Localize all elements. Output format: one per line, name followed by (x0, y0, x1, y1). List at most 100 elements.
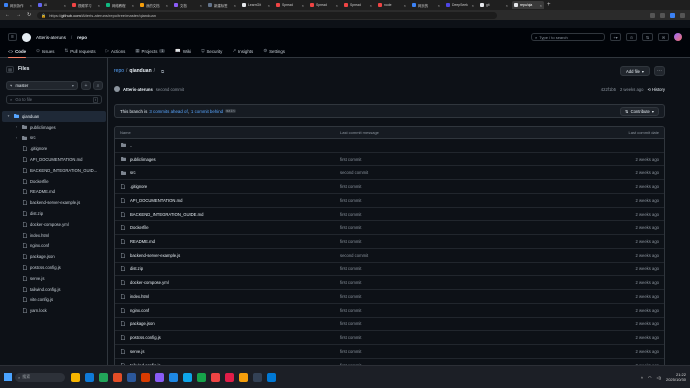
taskbar-app-icon[interactable] (141, 372, 150, 382)
back-icon[interactable]: ← (5, 12, 10, 18)
taskbar-app-icon[interactable] (225, 372, 234, 382)
github-logo-icon[interactable] (22, 32, 31, 42)
table-row[interactable]: postcss.config.js first commit 2 weeks ago (115, 331, 664, 346)
commit-message-link[interactable]: first commit (340, 266, 635, 271)
close-icon[interactable]: × (234, 3, 236, 8)
close-icon[interactable]: × (336, 3, 338, 8)
close-icon[interactable]: × (540, 3, 542, 8)
table-row[interactable]: backend-server-example.js second commit 2 … (115, 249, 664, 263)
repo-link[interactable]: repo (77, 35, 87, 40)
tree-file[interactable]: postcss.config.js (2, 262, 106, 273)
browser-tab[interactable]: DeepSeek × (444, 1, 476, 9)
tree-folder[interactable]: ▾ qianduan (2, 111, 106, 122)
commit-message-link[interactable]: second commit (340, 170, 635, 175)
tab-insights[interactable]: ↗ Insights (232, 45, 253, 57)
browser-tab[interactable]: node × (376, 1, 408, 9)
commits-behind-link[interactable]: 1 commit behind (191, 109, 223, 114)
table-row[interactable]: README.md first commit 2 weeks ago (115, 235, 664, 249)
file-name-link[interactable]: package.json (130, 321, 155, 326)
chevron-up-icon[interactable]: ˄ (641, 375, 643, 380)
wifi-icon[interactable]: ◠ (648, 375, 652, 380)
file-name-link[interactable]: .gitignore (130, 184, 147, 189)
tree-file[interactable]: backend-server-example.js (2, 197, 106, 208)
close-icon[interactable]: × (438, 3, 440, 8)
table-row[interactable]: API_DOCUMENTATION.md first commit 2 weeks … (115, 194, 664, 208)
taskbar-app-icon[interactable] (85, 372, 94, 382)
browser-tab[interactable]: Spread × (308, 1, 340, 9)
tab-actions[interactable]: ▷ Actions (106, 45, 126, 57)
table-row[interactable]: nginx.conf first commit 2 weeks ago (115, 304, 664, 318)
file-name-link[interactable]: BACKEND_INTEGRATION_GUIDE.md (130, 212, 203, 217)
windows-start-icon[interactable] (4, 373, 12, 381)
favorites-icon[interactable] (660, 12, 665, 18)
forward-icon[interactable]: → (16, 12, 21, 18)
table-row[interactable]: src second commit 2 weeks ago (115, 166, 664, 181)
file-name-link[interactable]: API_DOCUMENTATION.md (130, 198, 182, 203)
close-icon[interactable]: × (268, 3, 270, 8)
parent-directory-row[interactable]: .. (115, 139, 664, 153)
table-row[interactable]: Dockerfile first commit 2 weeks ago (115, 221, 664, 236)
commit-hash[interactable]: 422f1b5 (601, 87, 616, 92)
taskbar-app-icon[interactable] (71, 372, 80, 382)
tree-file[interactable]: tailwind.config.js (2, 284, 106, 295)
close-icon[interactable]: × (200, 3, 202, 8)
table-row[interactable]: index.html first commit 2 weeks ago (115, 290, 664, 304)
branch-selector[interactable]: ⑂ master ▾ (6, 81, 78, 90)
tab-projects[interactable]: ▦ Projects 1 (135, 45, 166, 57)
file-name-link[interactable]: backend-server-example.js (130, 253, 180, 258)
tree-folder[interactable]: › src (2, 133, 106, 144)
create-new-button[interactable]: +▾ (610, 33, 621, 41)
file-name-link[interactable]: public/images (130, 157, 156, 162)
commit-message-link[interactable]: first commit (340, 157, 635, 162)
tree-file[interactable]: Dockerfile (2, 176, 106, 187)
tree-file[interactable]: package.json (2, 251, 106, 262)
taskbar-search[interactable]: ⌕ 搜索 (15, 372, 65, 382)
goto-file-input[interactable]: ⌕ Go to file t (6, 95, 102, 104)
tab-pull-requests[interactable]: ⇅ Pull requests (65, 45, 96, 57)
taskbar-app-icon[interactable] (197, 372, 206, 382)
browser-tab[interactable]: 视频学习 × (70, 1, 102, 9)
collapse-sidebar-icon[interactable]: ▤ (6, 65, 14, 73)
commit-message-link[interactable]: first commit (340, 280, 635, 285)
taskbar-app-icon[interactable] (113, 372, 122, 382)
volume-icon[interactable]: ◁) (657, 375, 661, 380)
taskbar-app-icon[interactable] (253, 372, 262, 382)
pull-requests-icon[interactable]: ⇅ (642, 33, 653, 41)
commit-message-link[interactable]: first commit (340, 239, 635, 244)
taskbar-app-icon[interactable] (155, 372, 164, 382)
browser-tab[interactable]: git × (478, 1, 510, 9)
search-input[interactable]: ⌕ Type / to search (531, 33, 605, 41)
table-row[interactable]: dist.zip first commit 2 weeks ago (115, 263, 664, 277)
commit-message-link[interactable]: first commit (340, 184, 635, 189)
extension-icon[interactable] (650, 12, 655, 18)
taskbar-app-icon[interactable] (127, 372, 136, 382)
table-row[interactable]: BACKEND_INTEGRATION_GUIDE.md first commit… (115, 208, 664, 222)
tree-file[interactable]: nginx.conf (2, 241, 106, 252)
tree-file[interactable]: serve.js (2, 273, 106, 284)
breadcrumb-repo-link[interactable]: repo (114, 68, 124, 74)
close-icon[interactable]: × (404, 3, 406, 8)
commits-ahead-link[interactable]: 3 commits ahead of (149, 109, 187, 114)
browser-tab[interactable]: repo/qia × (512, 1, 544, 9)
tree-file[interactable]: yarn.lock (2, 305, 106, 316)
taskbar-app-icon[interactable] (239, 372, 248, 382)
tree-folder[interactable]: › public/images (2, 122, 106, 133)
browser-tab[interactable]: 网页协作 × (2, 1, 34, 9)
close-icon[interactable]: × (64, 3, 66, 8)
browser-tab[interactable]: 文档 × (172, 1, 204, 9)
browser-tab[interactable]: 网络教程 × (104, 1, 136, 9)
clock[interactable]: 21:22 2025/10/30 (666, 372, 686, 382)
new-tab-button[interactable]: + (547, 2, 551, 8)
add-file-button[interactable]: Add file ▾ (620, 66, 650, 76)
file-name-link[interactable]: Dockerfile (130, 225, 149, 230)
menu-icon[interactable] (680, 12, 685, 18)
tree-file[interactable]: index.html (2, 230, 106, 241)
file-name-link[interactable]: src (130, 170, 136, 175)
tab-code[interactable]: <> Code (8, 45, 27, 58)
commit-message-link[interactable]: first commit (340, 198, 635, 203)
browser-tab[interactable]: Spread × (342, 1, 374, 9)
browser-tab[interactable]: 我的文档 × (138, 1, 170, 9)
close-icon[interactable]: × (302, 3, 304, 8)
profile-icon[interactable] (670, 12, 675, 18)
contribute-button[interactable]: ⇅ Contribute ▾ (620, 106, 659, 116)
